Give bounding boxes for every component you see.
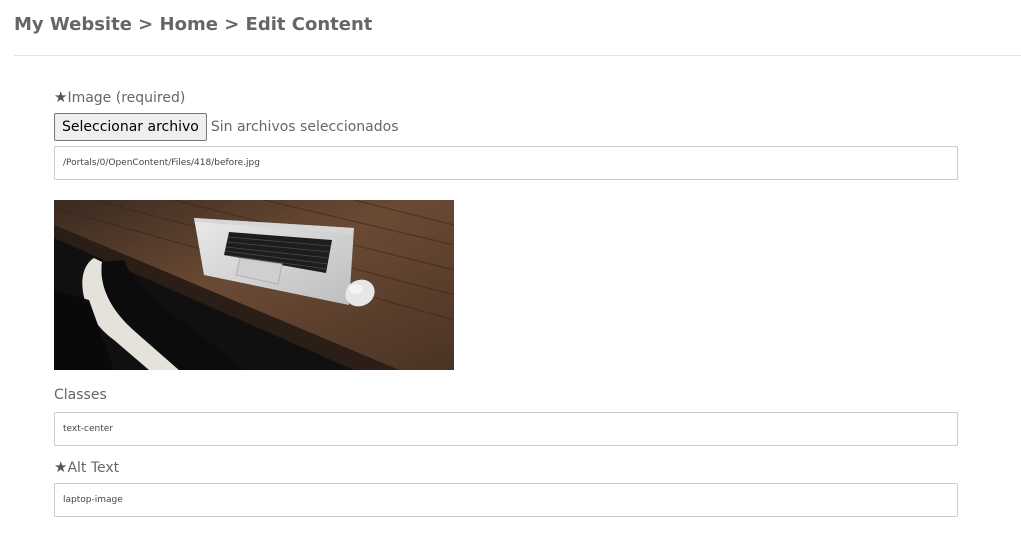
alt-text-input[interactable] bbox=[54, 483, 958, 517]
required-star-icon: ★ bbox=[54, 88, 68, 106]
breadcrumb: My Website > Home > Edit Content bbox=[14, 14, 373, 35]
image-label-text: Image (required) bbox=[67, 90, 186, 106]
image-preview bbox=[54, 200, 454, 370]
file-status-text: Sin archivos seleccionados bbox=[210, 119, 399, 135]
alt-text-field-label: ★Alt Text bbox=[54, 458, 119, 476]
image-path-input[interactable] bbox=[54, 146, 958, 180]
image-field-label: ★Image (required) bbox=[54, 88, 185, 106]
alt-text-label-text: Alt Text bbox=[67, 460, 120, 476]
header-divider bbox=[14, 55, 1021, 56]
classes-input[interactable] bbox=[54, 412, 958, 446]
choose-file-button[interactable]: Seleccionar archivo bbox=[54, 113, 207, 141]
file-picker: Seleccionar archivo Sin archivos selecci… bbox=[54, 113, 399, 141]
required-star-icon: ★ bbox=[54, 458, 68, 476]
laptop-desk-photo bbox=[54, 200, 454, 370]
classes-field-label: Classes bbox=[54, 387, 107, 403]
edit-content-page: My Website > Home > Edit Content ★Image … bbox=[0, 0, 1021, 552]
